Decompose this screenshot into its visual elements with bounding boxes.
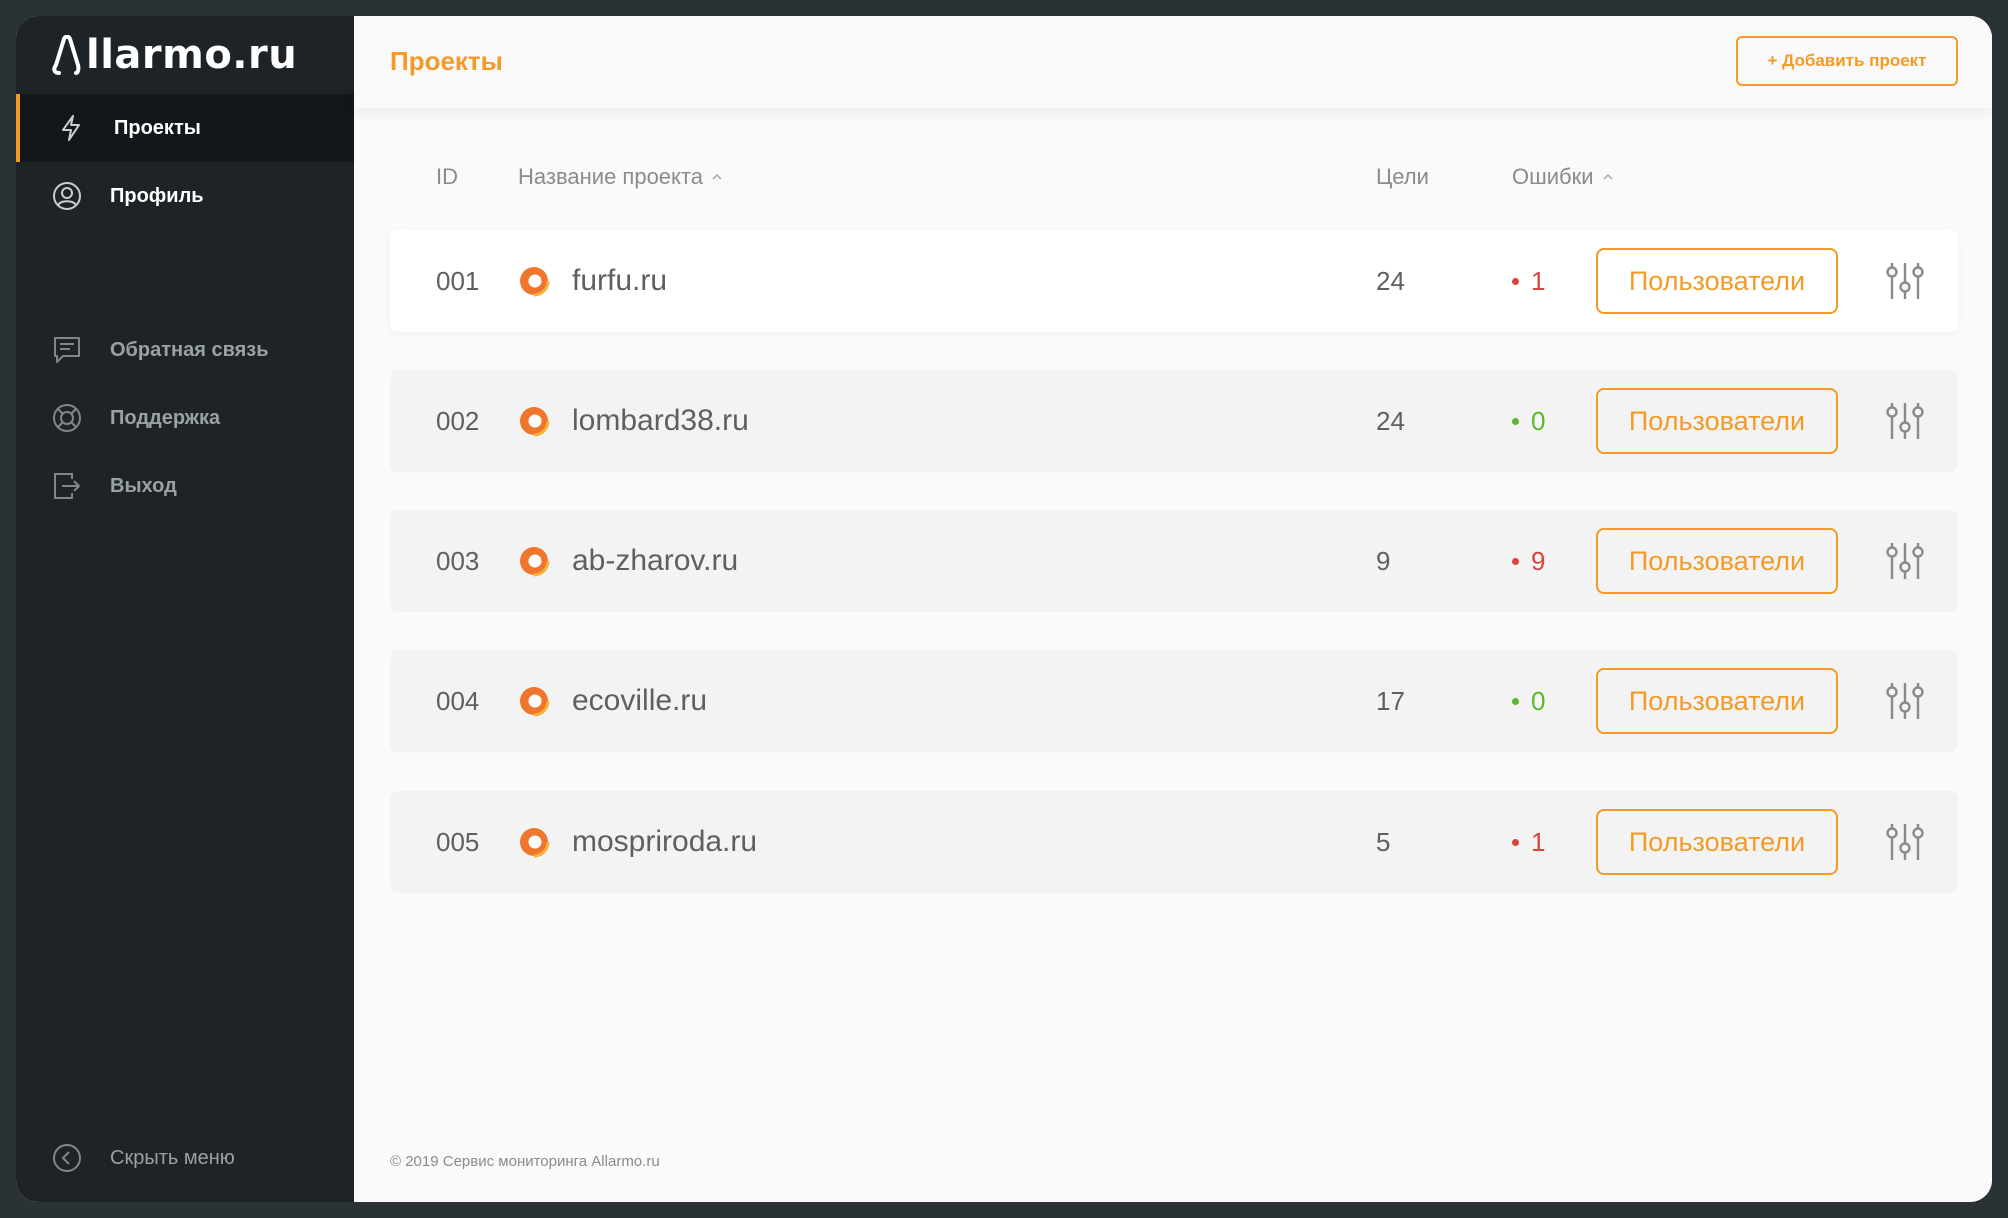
project-errors: 0 xyxy=(1512,370,1545,472)
page-title: Проекты xyxy=(390,46,503,76)
users-button[interactable]: Пользователи xyxy=(1596,668,1838,734)
sidebar-item-profile[interactable]: Профиль xyxy=(16,162,354,230)
sidebar-item-label: Поддержка xyxy=(110,406,221,429)
sidebar-item-support[interactable]: Поддержка xyxy=(16,384,354,452)
project-id: 003 xyxy=(436,545,480,576)
table-row[interactable]: 005 mospriroda.ru 5 1 Пользователи xyxy=(390,791,1958,893)
top-bar: Проекты + Добавить проект xyxy=(354,16,1992,108)
settings-sliders-icon[interactable] xyxy=(1884,400,1926,442)
column-header-id: ID xyxy=(436,164,458,190)
column-header-name[interactable]: Название проекта xyxy=(518,164,723,190)
project-errors: 1 xyxy=(1512,791,1545,893)
settings-sliders-icon[interactable] xyxy=(1884,821,1926,863)
project-name[interactable]: ecoville.ru xyxy=(572,650,707,752)
column-header-goals: Цели xyxy=(1376,164,1429,190)
status-dot-icon xyxy=(1512,277,1519,285)
project-name[interactable]: lombard38.ru xyxy=(572,370,749,472)
site-favicon-icon xyxy=(518,370,550,472)
logo[interactable]: llarmo.ru xyxy=(50,32,297,78)
project-id: 004 xyxy=(436,685,480,716)
chevron-left-circle-icon xyxy=(52,1143,82,1173)
site-favicon-icon xyxy=(518,230,550,332)
logo-text: llarmo.ru xyxy=(86,32,298,78)
project-errors: 0 xyxy=(1512,650,1545,752)
error-count: 0 xyxy=(1531,685,1546,716)
settings-sliders-icon[interactable] xyxy=(1884,680,1926,722)
project-goals: 5 xyxy=(1376,826,1391,857)
column-header-errors[interactable]: Ошибки xyxy=(1512,164,1614,190)
error-count: 0 xyxy=(1531,405,1546,436)
sort-caret-icon xyxy=(712,173,722,180)
sidebar-item-feedback[interactable]: Обратная связь xyxy=(16,316,354,384)
users-button[interactable]: Пользователи xyxy=(1596,528,1838,594)
project-errors: 1 xyxy=(1512,230,1545,332)
sidebar-item-label: Профиль xyxy=(110,184,204,207)
status-dot-icon xyxy=(1512,557,1519,565)
sidebar-item-projects[interactable]: Проекты xyxy=(16,94,354,162)
chat-icon xyxy=(52,335,82,365)
error-count: 9 xyxy=(1531,545,1546,576)
column-label: Ошибки xyxy=(1512,164,1594,189)
column-label: Название проекта xyxy=(518,164,703,189)
sidebar-item-label: Проекты xyxy=(114,116,201,139)
table-row[interactable]: 004 ecoville.ru 17 0 Пользователи xyxy=(390,650,1958,752)
project-goals: 24 xyxy=(1376,405,1405,436)
status-dot-icon xyxy=(1512,417,1519,425)
settings-sliders-icon[interactable] xyxy=(1884,540,1926,582)
collapse-menu-label: Скрыть меню xyxy=(110,1146,235,1169)
site-favicon-icon xyxy=(518,650,550,752)
status-dot-icon xyxy=(1512,697,1519,705)
lifebuoy-icon xyxy=(52,403,82,433)
table-row[interactable]: 003 ab-zharov.ru 9 9 Пользователи xyxy=(390,510,1958,612)
user-circle-icon xyxy=(52,181,82,211)
sidebar-item-label: Выход xyxy=(110,474,177,497)
settings-sliders-icon[interactable] xyxy=(1884,260,1926,302)
users-button[interactable]: Пользователи xyxy=(1596,388,1838,454)
project-name[interactable]: ab-zharov.ru xyxy=(572,510,738,612)
project-goals: 17 xyxy=(1376,685,1405,716)
users-button[interactable]: Пользователи xyxy=(1596,248,1838,314)
add-project-button[interactable]: + Добавить проект xyxy=(1736,36,1958,86)
status-dot-icon xyxy=(1512,838,1519,846)
sort-caret-icon xyxy=(1603,173,1613,180)
site-favicon-icon xyxy=(518,791,550,893)
collapse-menu-button[interactable]: Скрыть меню xyxy=(16,1124,354,1192)
error-count: 1 xyxy=(1531,265,1546,296)
site-favicon-icon xyxy=(518,510,550,612)
app-window: llarmo.ru Проекты Профиль Обратная связь xyxy=(16,16,1992,1202)
project-id: 005 xyxy=(436,826,480,857)
users-button[interactable]: Пользователи xyxy=(1596,809,1838,875)
sidebar-item-label: Обратная связь xyxy=(110,338,269,361)
project-name[interactable]: mospriroda.ru xyxy=(572,791,757,893)
error-count: 1 xyxy=(1531,826,1546,857)
column-label: Цели xyxy=(1376,164,1429,189)
column-label: ID xyxy=(436,164,458,189)
logout-icon xyxy=(52,471,82,501)
bolt-icon xyxy=(56,113,86,143)
project-id: 001 xyxy=(436,265,480,296)
footer-copyright: © 2019 Сервис мониторинга Allarmo.ru xyxy=(390,1153,660,1170)
project-name[interactable]: furfu.ru xyxy=(572,230,667,332)
logo-mark-icon xyxy=(52,35,81,75)
project-id: 002 xyxy=(436,405,480,436)
sidebar: llarmo.ru Проекты Профиль Обратная связь xyxy=(16,16,354,1202)
project-errors: 9 xyxy=(1512,510,1545,612)
table-row[interactable]: 001 furfu.ru 24 1 Пользователи xyxy=(390,230,1958,332)
table-row[interactable]: 002 lombard38.ru 24 0 Пользователи xyxy=(390,370,1958,472)
main-content: Проекты + Добавить проект ID Название пр… xyxy=(354,16,1992,1202)
sidebar-item-logout[interactable]: Выход xyxy=(16,452,354,520)
table-header: ID Название проекта Цели Ошибки xyxy=(354,156,1992,196)
project-goals: 24 xyxy=(1376,265,1405,296)
project-goals: 9 xyxy=(1376,545,1391,576)
